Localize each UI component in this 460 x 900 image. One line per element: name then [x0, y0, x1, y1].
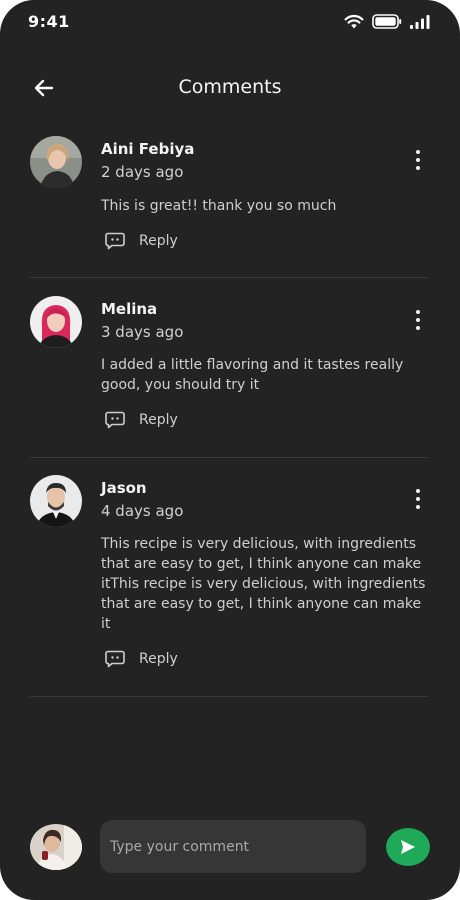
comment-author: Melina	[101, 300, 158, 318]
chat-bubble-icon	[105, 650, 125, 668]
comment-item: Aini Febiya 2 days ago This is great!! t…	[30, 136, 430, 266]
more-options-button[interactable]	[412, 310, 424, 334]
more-options-button[interactable]	[412, 150, 424, 174]
reply-label: Reply	[139, 651, 178, 667]
comment-author: Jason	[101, 479, 147, 497]
comment-composer	[0, 820, 460, 876]
reply-button[interactable]: Reply	[105, 650, 178, 668]
user-avatar[interactable]	[30, 824, 82, 870]
wifi-icon	[344, 14, 364, 29]
more-options-button[interactable]	[412, 489, 424, 513]
comment-text: This recipe is very delicious, with ingr…	[101, 536, 426, 632]
divider	[30, 457, 428, 458]
more-vertical-icon	[412, 150, 424, 170]
send-icon	[401, 840, 415, 854]
comment-time: 2 days ago	[101, 163, 184, 181]
status-time: 9:41	[28, 12, 70, 31]
comment-time: 4 days ago	[101, 502, 184, 520]
chat-bubble-icon	[105, 411, 125, 429]
header: Comments	[0, 70, 460, 106]
reply-label: Reply	[139, 412, 178, 428]
reply-button[interactable]: Reply	[105, 411, 178, 429]
comment-input[interactable]	[100, 820, 366, 873]
more-vertical-icon	[412, 489, 424, 509]
battery-icon	[372, 14, 402, 29]
comment-time: 3 days ago	[101, 323, 184, 341]
page-title: Comments	[178, 76, 282, 98]
avatar[interactable]	[30, 136, 82, 188]
comment-text: I added a little flavoring and it tastes…	[101, 357, 404, 393]
phone-screen: 9:41 Comments Aini Febiya 2 days ago Thi…	[0, 0, 460, 900]
avatar[interactable]	[30, 475, 82, 527]
chat-bubble-icon	[105, 232, 125, 250]
avatar[interactable]	[30, 296, 82, 348]
divider	[30, 277, 428, 278]
send-button[interactable]	[386, 828, 430, 866]
reply-button[interactable]: Reply	[105, 232, 178, 250]
reply-label: Reply	[139, 233, 178, 249]
status-icons	[344, 14, 430, 29]
status-bar: 9:41	[0, 0, 460, 44]
comment-text: This is great!! thank you so much	[101, 198, 337, 214]
comment-author: Aini Febiya	[101, 140, 195, 158]
comment-item: Jason 4 days ago This recipe is very del…	[30, 475, 430, 685]
comment-item: Melina 3 days ago I added a little flavo…	[30, 296, 430, 446]
signal-icon	[410, 14, 430, 29]
more-vertical-icon	[412, 310, 424, 330]
divider	[30, 696, 428, 697]
